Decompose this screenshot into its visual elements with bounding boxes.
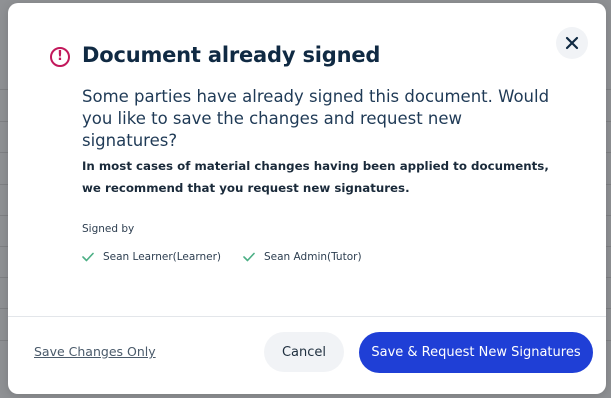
signer-item: Sean Admin(Tutor) <box>243 251 362 263</box>
save-and-request-signatures-button[interactable]: Save & Request New Signatures <box>359 332 593 373</box>
document-signed-dialog: ! Document already signed Some parties h… <box>8 3 606 394</box>
checkmark-icon <box>243 252 255 262</box>
save-changes-only-link[interactable]: Save Changes Only <box>34 344 156 359</box>
signed-by-label: Signed by <box>82 223 135 235</box>
dialog-message: Some parties have already signed this do… <box>82 87 550 150</box>
footer-divider <box>8 316 606 317</box>
exclamation-circle-icon: ! <box>50 47 70 67</box>
signer-name: Sean Admin(Tutor) <box>264 251 362 263</box>
cancel-button[interactable]: Cancel <box>264 332 344 372</box>
signer-name: Sean Learner(Learner) <box>103 251 221 263</box>
close-button[interactable] <box>556 27 588 59</box>
dialog-note: In most cases of material changes having… <box>82 159 549 195</box>
close-icon <box>565 36 579 50</box>
checkmark-icon <box>82 252 94 262</box>
signers-list: Sean Learner(Learner) Sean Admin(Tutor) <box>82 251 362 263</box>
signer-item: Sean Learner(Learner) <box>82 251 221 263</box>
dialog-title: Document already signed <box>82 43 381 67</box>
